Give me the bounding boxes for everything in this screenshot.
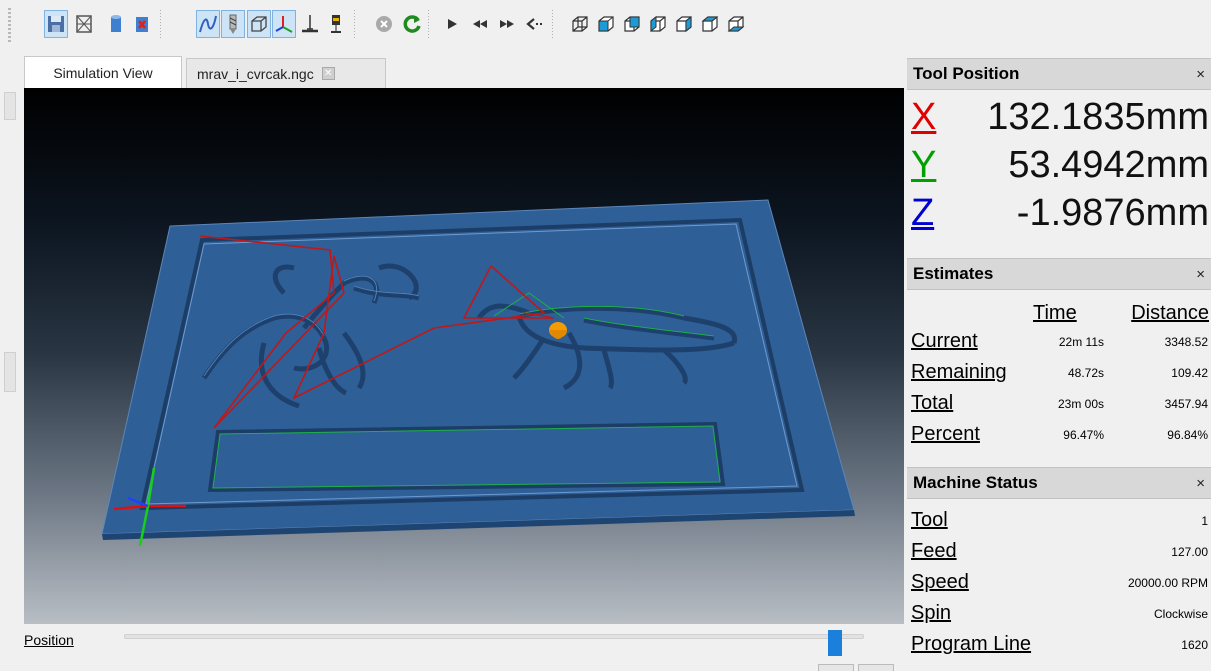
tab-bar: Simulation View mrav_i_cvrcak.ngc ✕ — [24, 56, 904, 88]
position-slider-handle[interactable] — [828, 630, 842, 656]
status-row: Spin Clockwise — [907, 598, 1211, 629]
spindle-icon[interactable] — [324, 10, 348, 38]
estimate-label[interactable]: Total — [911, 392, 953, 415]
status-label[interactable]: Program Line — [911, 633, 1031, 656]
status-value: 20000.00 RPM — [1127, 576, 1208, 590]
estimate-row: Remaining 48.72s 109.42 — [907, 357, 1211, 388]
estimates-panel: Estimates × Time Distance Current 22m 11… — [907, 258, 1211, 450]
y-axis-label[interactable]: Y — [911, 144, 936, 187]
status-row: Tool 1 — [907, 505, 1211, 536]
tool-position-header: Tool Position × — [907, 58, 1211, 90]
estimate-distance: 96.84% — [1167, 428, 1208, 442]
position-slider[interactable] — [124, 630, 864, 656]
z-coordinate: Z -1.9876mm — [907, 190, 1211, 238]
estimate-row: Current 22m 11s 3348.52 — [907, 326, 1211, 357]
estimate-time: 23m 00s — [1057, 397, 1104, 411]
tab-close-icon[interactable]: ✕ — [321, 67, 335, 80]
status-value: 127.00 — [1171, 545, 1208, 559]
estimate-label[interactable]: Remaining — [911, 361, 1007, 384]
estimate-time: 48.72s — [1067, 366, 1104, 380]
view-bottom-icon[interactable] — [724, 10, 748, 38]
view-right-icon[interactable] — [672, 10, 696, 38]
bottom-button[interactable] — [858, 664, 894, 671]
view-top-icon[interactable] — [698, 10, 722, 38]
ground-icon[interactable] — [298, 10, 322, 38]
machine-status-header: Machine Status × — [907, 467, 1211, 499]
estimate-label[interactable]: Current — [911, 330, 978, 353]
close-icon[interactable]: × — [1196, 66, 1205, 83]
view-iso-icon[interactable] — [568, 10, 592, 38]
status-label[interactable]: Speed — [911, 571, 969, 594]
bottom-button[interactable] — [818, 664, 854, 671]
toolpath-icon[interactable] — [196, 10, 220, 38]
status-label[interactable]: Feed — [911, 540, 957, 563]
x-value: 132.1835mm — [987, 96, 1209, 138]
z-value: -1.9876mm — [1016, 192, 1209, 234]
status-value: 1 — [1201, 514, 1208, 528]
wireframe-icon[interactable] — [72, 10, 96, 38]
toolbar-grip[interactable] — [8, 8, 11, 42]
status-value: 1620 — [1181, 638, 1208, 652]
close-icon[interactable]: × — [1196, 475, 1205, 492]
status-row: Feed 127.00 — [907, 536, 1211, 567]
stop-icon[interactable] — [372, 10, 396, 38]
column-header-distance[interactable]: Distance — [1131, 302, 1209, 325]
y-value: 53.4942mm — [1008, 144, 1209, 186]
tool-position-panel: Tool Position × X 132.1835mm Y 53.4942mm… — [907, 58, 1211, 238]
estimate-label[interactable]: Percent — [911, 423, 980, 446]
position-label: Position — [24, 632, 74, 648]
main-toolbar — [0, 0, 1211, 52]
status-row: Program Line 1620 — [907, 629, 1211, 660]
play-icon[interactable] — [440, 10, 464, 38]
x-axis-label[interactable]: X — [911, 96, 936, 139]
box-icon[interactable] — [247, 10, 271, 38]
tab-label: mrav_i_cvrcak.ngc — [197, 65, 314, 82]
save-icon[interactable] — [44, 10, 68, 38]
estimate-distance: 109.42 — [1171, 366, 1208, 380]
estimate-distance: 3348.52 — [1164, 335, 1208, 349]
x-coordinate: X 132.1835mm — [907, 94, 1211, 142]
status-value: Clockwise — [1153, 607, 1208, 621]
estimates-column-headers: Time Distance — [907, 300, 1211, 326]
y-coordinate: Y 53.4942mm — [907, 142, 1211, 190]
view-front-icon[interactable] — [594, 10, 618, 38]
estimate-row: Total 23m 00s 3457.94 — [907, 388, 1211, 419]
view-back-icon[interactable] — [620, 10, 644, 38]
tab-file[interactable]: mrav_i_cvrcak.ngc ✕ — [186, 58, 386, 88]
estimate-time: 96.47% — [1063, 428, 1104, 442]
stock-icon[interactable] — [104, 10, 128, 38]
close-icon[interactable]: × — [1196, 266, 1205, 283]
restart-icon[interactable] — [400, 10, 424, 38]
remove-stock-icon[interactable] — [130, 10, 154, 38]
status-label[interactable]: Tool — [911, 509, 948, 532]
panel-title: Estimates — [913, 264, 994, 283]
left-dock-strip — [0, 52, 20, 671]
simulation-viewport[interactable] — [24, 88, 904, 624]
fast-forward-icon[interactable] — [495, 10, 519, 38]
rewind-icon[interactable] — [468, 10, 492, 38]
estimates-header: Estimates × — [907, 258, 1211, 290]
status-label[interactable]: Spin — [911, 602, 951, 625]
tab-simulation-view[interactable]: Simulation View — [24, 56, 182, 88]
estimate-distance: 3457.94 — [1164, 397, 1208, 411]
tab-label: Simulation View — [53, 64, 153, 81]
left-dock-tab[interactable] — [4, 92, 16, 120]
position-bar: Position — [24, 624, 904, 656]
tool-icon[interactable] — [221, 10, 245, 38]
axes-icon[interactable] — [272, 10, 296, 38]
column-header-time[interactable]: Time — [1033, 302, 1077, 325]
estimate-row: Percent 96.47% 96.84% — [907, 419, 1211, 450]
panel-title: Tool Position — [913, 64, 1020, 83]
view-left-icon[interactable] — [646, 10, 670, 38]
z-axis-label[interactable]: Z — [911, 192, 934, 235]
status-row: Speed 20000.00 RPM — [907, 567, 1211, 598]
estimate-time: 22m 11s — [1058, 335, 1104, 349]
panel-title: Machine Status — [913, 473, 1038, 492]
left-dock-tab[interactable] — [4, 352, 16, 392]
machine-status-panel: Machine Status × Tool 1 Feed 127.00 Spee… — [907, 467, 1211, 660]
step-back-icon[interactable] — [523, 10, 547, 38]
